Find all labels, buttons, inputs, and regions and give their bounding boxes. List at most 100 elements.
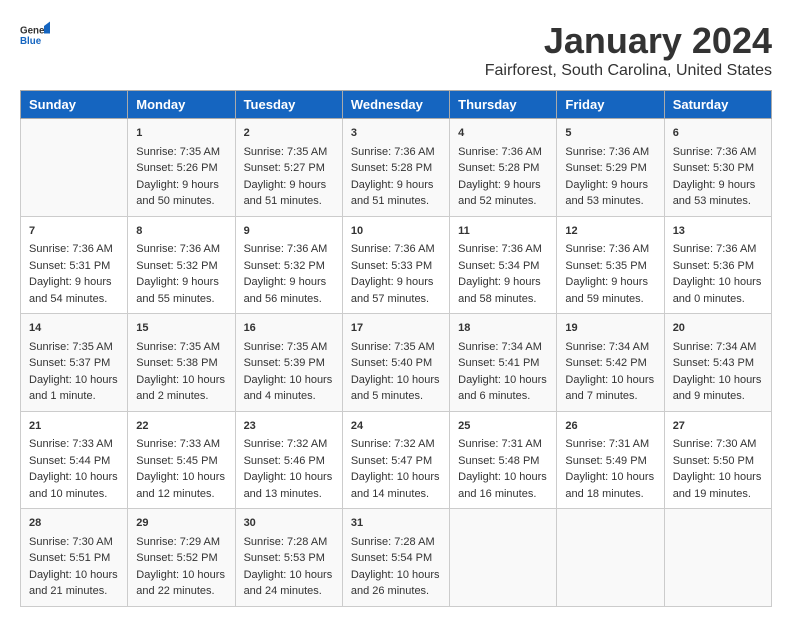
header-day-thursday: Thursday xyxy=(450,91,557,119)
calendar-cell: 27Sunrise: 7:30 AM Sunset: 5:50 PM Dayli… xyxy=(664,411,771,509)
calendar-table: SundayMondayTuesdayWednesdayThursdayFrid… xyxy=(20,90,772,607)
calendar-cell: 17 Sunrise: 7:35 AM Sunset: 5:40 PM Dayli… xyxy=(342,314,449,412)
cell-content: Sunrise: 7:31 AM Sunset: 5:48 PM Dayligh… xyxy=(458,436,548,502)
cell-content: Sunrise: 7:35 AM Sunset: 5:39 PM Dayligh… xyxy=(244,339,334,405)
calendar-cell: 21Sunrise: 7:33 AM Sunset: 5:44 PM Dayli… xyxy=(21,411,128,509)
day-number: 15 xyxy=(136,320,226,337)
cell-content: Sunrise: 7:32 AM Sunset: 5:47 PM Dayligh… xyxy=(351,436,441,502)
cell-content: Sunrise: 7:35 AM Sunset: 5:37 PM Dayligh… xyxy=(29,339,119,405)
calendar-cell: 6 Sunrise: 7:36 AM Sunset: 5:30 PM Daylig… xyxy=(664,119,771,217)
cell-content: Sunrise: 7:33 AM Sunset: 5:45 PM Dayligh… xyxy=(136,436,226,502)
calendar-cell: 8Sunrise: 7:36 AM Sunset: 5:32 PM Daylig… xyxy=(128,216,235,314)
day-number: 1 xyxy=(136,125,226,142)
calendar-cell: 11Sunrise: 7:36 AM Sunset: 5:34 PM Dayli… xyxy=(450,216,557,314)
calendar-cell: 10Sunrise: 7:36 AM Sunset: 5:33 PM Dayli… xyxy=(342,216,449,314)
calendar-cell: 16Sunrise: 7:35 AM Sunset: 5:39 PM Dayli… xyxy=(235,314,342,412)
calendar-header-row: SundayMondayTuesdayWednesdayThursdayFrid… xyxy=(21,91,772,119)
cell-content: Sunrise: 7:35 AM Sunset: 5:40 PM Dayligh… xyxy=(351,339,441,405)
cell-content: Sunrise: 7:36 AM Sunset: 5:34 PM Dayligh… xyxy=(458,241,548,307)
day-number: 12 xyxy=(565,223,655,240)
cell-content: Sunrise: 7:33 AM Sunset: 5:44 PM Dayligh… xyxy=(29,436,119,502)
calendar-week-row: 1 Sunrise: 7:35 AM Sunset: 5:26 PM Daylig… xyxy=(21,119,772,217)
logo: General Blue xyxy=(20,20,50,50)
cell-content: Sunrise: 7:36 AM Sunset: 5:33 PM Dayligh… xyxy=(351,241,441,307)
cell-content: Sunrise: 7:35 AM Sunset: 5:27 PM Dayligh… xyxy=(244,144,334,210)
calendar-cell: 13Sunrise: 7:36 AM Sunset: 5:36 PM Dayli… xyxy=(664,216,771,314)
calendar-cell: 22Sunrise: 7:33 AM Sunset: 5:45 PM Dayli… xyxy=(128,411,235,509)
day-number: 31 xyxy=(351,515,441,532)
day-number: 19 xyxy=(565,320,655,337)
day-number: 13 xyxy=(673,223,763,240)
day-number: 4 xyxy=(458,125,548,142)
calendar-cell: 4 Sunrise: 7:36 AM Sunset: 5:28 PM Daylig… xyxy=(450,119,557,217)
calendar-week-row: 21Sunrise: 7:33 AM Sunset: 5:44 PM Dayli… xyxy=(21,411,772,509)
day-number: 22 xyxy=(136,418,226,435)
day-number: 26 xyxy=(565,418,655,435)
calendar-cell: 23Sunrise: 7:32 AM Sunset: 5:46 PM Dayli… xyxy=(235,411,342,509)
day-number: 25 xyxy=(458,418,548,435)
calendar-cell: 3 Sunrise: 7:36 AM Sunset: 5:28 PM Daylig… xyxy=(342,119,449,217)
calendar-cell xyxy=(664,509,771,607)
calendar-cell: 30 Sunrise: 7:28 AM Sunset: 5:53 PM Dayli… xyxy=(235,509,342,607)
cell-content: Sunrise: 7:30 AM Sunset: 5:50 PM Dayligh… xyxy=(673,436,763,502)
cell-content: Sunrise: 7:34 AM Sunset: 5:43 PM Dayligh… xyxy=(673,339,763,405)
day-number: 3 xyxy=(351,125,441,142)
calendar-cell: 20 Sunrise: 7:34 AM Sunset: 5:43 PM Dayli… xyxy=(664,314,771,412)
cell-content: Sunrise: 7:28 AM Sunset: 5:53 PM Dayligh… xyxy=(244,534,334,600)
day-number: 27 xyxy=(673,418,763,435)
calendar-week-row: 28 Sunrise: 7:30 AM Sunset: 5:51 PM Dayli… xyxy=(21,509,772,607)
cell-content: Sunrise: 7:28 AM Sunset: 5:54 PM Dayligh… xyxy=(351,534,441,600)
day-number: 10 xyxy=(351,223,441,240)
header-day-friday: Friday xyxy=(557,91,664,119)
title-section: January 2024 Fairforest, South Carolina,… xyxy=(485,20,772,80)
calendar-cell: 31 Sunrise: 7:28 AM Sunset: 5:54 PM Dayli… xyxy=(342,509,449,607)
cell-content: Sunrise: 7:36 AM Sunset: 5:30 PM Dayligh… xyxy=(673,144,763,210)
cell-content: Sunrise: 7:36 AM Sunset: 5:35 PM Dayligh… xyxy=(565,241,655,307)
calendar-cell xyxy=(21,119,128,217)
cell-content: Sunrise: 7:36 AM Sunset: 5:32 PM Dayligh… xyxy=(244,241,334,307)
header-day-saturday: Saturday xyxy=(664,91,771,119)
page-header: General Blue January 2024 Fairforest, So… xyxy=(20,20,772,80)
day-number: 6 xyxy=(673,125,763,142)
calendar-cell: 12Sunrise: 7:36 AM Sunset: 5:35 PM Dayli… xyxy=(557,216,664,314)
day-number: 24 xyxy=(351,418,441,435)
calendar-week-row: 14 Sunrise: 7:35 AM Sunset: 5:37 PM Dayli… xyxy=(21,314,772,412)
calendar-cell: 28 Sunrise: 7:30 AM Sunset: 5:51 PM Dayli… xyxy=(21,509,128,607)
cell-content: Sunrise: 7:34 AM Sunset: 5:42 PM Dayligh… xyxy=(565,339,655,405)
day-number: 14 xyxy=(29,320,119,337)
calendar-cell: 25Sunrise: 7:31 AM Sunset: 5:48 PM Dayli… xyxy=(450,411,557,509)
day-number: 8 xyxy=(136,223,226,240)
cell-content: Sunrise: 7:34 AM Sunset: 5:41 PM Dayligh… xyxy=(458,339,548,405)
logo-icon: General Blue xyxy=(20,20,50,50)
header-day-tuesday: Tuesday xyxy=(235,91,342,119)
cell-content: Sunrise: 7:31 AM Sunset: 5:49 PM Dayligh… xyxy=(565,436,655,502)
calendar-cell: 19 Sunrise: 7:34 AM Sunset: 5:42 PM Dayli… xyxy=(557,314,664,412)
day-number: 28 xyxy=(29,515,119,532)
page-subtitle: Fairforest, South Carolina, United State… xyxy=(485,62,772,80)
cell-content: Sunrise: 7:35 AM Sunset: 5:38 PM Dayligh… xyxy=(136,339,226,405)
cell-content: Sunrise: 7:36 AM Sunset: 5:28 PM Dayligh… xyxy=(458,144,548,210)
calendar-cell xyxy=(450,509,557,607)
day-number: 17 xyxy=(351,320,441,337)
calendar-week-row: 7Sunrise: 7:36 AM Sunset: 5:31 PM Daylig… xyxy=(21,216,772,314)
day-number: 7 xyxy=(29,223,119,240)
calendar-cell: 15 Sunrise: 7:35 AM Sunset: 5:38 PM Dayli… xyxy=(128,314,235,412)
page-title: January 2024 xyxy=(485,20,772,62)
cell-content: Sunrise: 7:30 AM Sunset: 5:51 PM Dayligh… xyxy=(29,534,119,600)
cell-content: Sunrise: 7:32 AM Sunset: 5:46 PM Dayligh… xyxy=(244,436,334,502)
calendar-cell: 2Sunrise: 7:35 AM Sunset: 5:27 PM Daylig… xyxy=(235,119,342,217)
calendar-cell: 9Sunrise: 7:36 AM Sunset: 5:32 PM Daylig… xyxy=(235,216,342,314)
calendar-cell xyxy=(557,509,664,607)
day-number: 18 xyxy=(458,320,548,337)
calendar-cell: 24Sunrise: 7:32 AM Sunset: 5:47 PM Dayli… xyxy=(342,411,449,509)
cell-content: Sunrise: 7:35 AM Sunset: 5:26 PM Dayligh… xyxy=(136,144,226,210)
day-number: 20 xyxy=(673,320,763,337)
cell-content: Sunrise: 7:36 AM Sunset: 5:32 PM Dayligh… xyxy=(136,241,226,307)
svg-text:Blue: Blue xyxy=(20,36,42,47)
day-number: 9 xyxy=(244,223,334,240)
day-number: 30 xyxy=(244,515,334,532)
header-day-wednesday: Wednesday xyxy=(342,91,449,119)
cell-content: Sunrise: 7:36 AM Sunset: 5:28 PM Dayligh… xyxy=(351,144,441,210)
cell-content: Sunrise: 7:36 AM Sunset: 5:29 PM Dayligh… xyxy=(565,144,655,210)
day-number: 21 xyxy=(29,418,119,435)
